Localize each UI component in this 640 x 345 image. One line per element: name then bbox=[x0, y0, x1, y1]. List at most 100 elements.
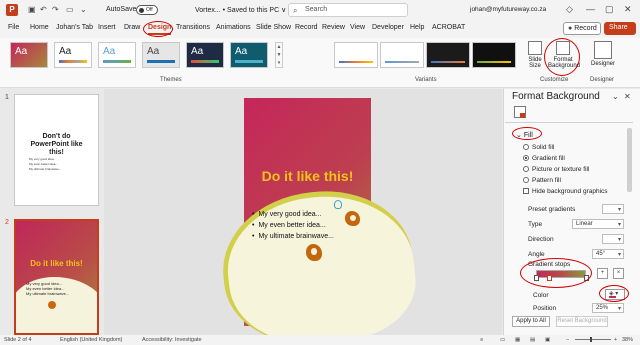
pane-close-icon[interactable]: ✕ bbox=[624, 92, 631, 101]
position-spinner[interactable]: 25% bbox=[592, 303, 624, 313]
fill-section-header[interactable]: ⌄ Fill bbox=[516, 131, 533, 139]
language-indicator[interactable]: English (United Kingdom) bbox=[60, 337, 122, 343]
slideshow-start-icon[interactable]: ▭ bbox=[66, 5, 74, 14]
sorter-view-icon[interactable]: ▦ bbox=[515, 337, 520, 343]
diamond-icon[interactable]: ◇ bbox=[566, 4, 573, 15]
format-background-button[interactable]: Format Background bbox=[548, 41, 581, 69]
theme-thumbnail[interactable]: Aa bbox=[54, 42, 92, 68]
gradient-fill-option[interactable]: Gradient fill bbox=[523, 155, 565, 162]
tab-home[interactable]: Home bbox=[30, 24, 49, 31]
pane-scrollbar[interactable] bbox=[627, 128, 632, 192]
zoom-in-icon[interactable]: + bbox=[614, 337, 617, 343]
tab-view[interactable]: View bbox=[350, 24, 365, 31]
tab-developer[interactable]: Developer bbox=[372, 24, 404, 31]
reading-view-icon[interactable]: ▤ bbox=[530, 337, 535, 343]
option-label: Hide background graphics bbox=[532, 188, 608, 195]
lightbulb-icon[interactable] bbox=[334, 200, 342, 209]
zoom-slider-thumb[interactable] bbox=[590, 337, 592, 342]
tab-help[interactable]: Help bbox=[410, 24, 424, 31]
slideshow-view-icon[interactable]: ▣ bbox=[545, 337, 550, 343]
customize-qat-icon[interactable]: ⌄ bbox=[80, 5, 87, 14]
format-background-label: Format Background bbox=[548, 57, 581, 69]
preset-gradients-dropdown[interactable] bbox=[602, 204, 624, 214]
radio-gradient-fill[interactable] bbox=[523, 155, 529, 161]
radio-pattern-fill[interactable] bbox=[523, 177, 529, 183]
slide-thumbnail-2[interactable]: Do it like this! My very good idea... My… bbox=[14, 219, 99, 335]
autosave-toggle[interactable]: Off bbox=[136, 5, 158, 15]
themes-gallery-scroll[interactable]: ▲ ▼ ▾ bbox=[275, 42, 283, 68]
picture-fill-option[interactable]: Picture or texture fill bbox=[523, 166, 589, 173]
minimize-icon[interactable]: — bbox=[586, 4, 595, 14]
gradient-stop[interactable] bbox=[584, 275, 589, 281]
accessibility-status[interactable]: Accessibility: Investigate bbox=[142, 337, 202, 343]
theme-thumbnail[interactable]: Aa bbox=[10, 42, 48, 68]
type-dropdown[interactable]: Linear bbox=[572, 219, 624, 229]
zoom-level[interactable]: 38% bbox=[622, 337, 633, 343]
maximize-icon[interactable]: ▢ bbox=[605, 4, 614, 15]
color-picker-button[interactable]: ◈ ▾ bbox=[605, 289, 625, 300]
account-name[interactable]: johan@myfutureway.co.za bbox=[470, 6, 546, 13]
variant-thumbnail[interactable] bbox=[472, 42, 516, 68]
designer-icon bbox=[594, 41, 612, 59]
notes-icon[interactable]: ≡ bbox=[480, 337, 483, 343]
theme-thumbnail[interactable]: Aa bbox=[186, 42, 224, 68]
slide-size-button[interactable]: Slide Size bbox=[524, 41, 546, 69]
tab-file[interactable]: File bbox=[8, 24, 19, 31]
variant-thumbnail[interactable] bbox=[426, 42, 470, 68]
record-button[interactable]: Record bbox=[563, 22, 601, 35]
solid-fill-option[interactable]: Solid fill bbox=[523, 144, 554, 151]
pane-options-chevron-icon[interactable]: ⌄ bbox=[612, 92, 619, 101]
tab-review[interactable]: Review bbox=[322, 24, 345, 31]
head-brain-icon[interactable] bbox=[306, 244, 322, 261]
zoom-out-icon[interactable]: − bbox=[566, 337, 569, 343]
undo-icon[interactable]: ↶ bbox=[40, 5, 47, 14]
search-input[interactable]: ⌕ Search bbox=[288, 3, 408, 17]
preset-gradients-label: Preset gradients bbox=[528, 206, 576, 213]
tab-slide-show[interactable]: Slide Show bbox=[256, 24, 291, 31]
position-label: Position bbox=[533, 305, 557, 312]
gradient-stop[interactable] bbox=[534, 275, 539, 281]
gradient-stop-selected[interactable] bbox=[547, 275, 552, 281]
designer-button[interactable]: Designer bbox=[588, 41, 618, 67]
radio-solid-fill[interactable] bbox=[523, 144, 529, 150]
reset-background-button[interactable]: Reset Background bbox=[556, 316, 608, 327]
direction-dropdown[interactable] bbox=[602, 234, 624, 244]
document-title[interactable]: Vortex... • Saved to this PC ∨ bbox=[195, 6, 286, 14]
theme-thumbnail[interactable]: Aa bbox=[230, 42, 268, 68]
slide-title[interactable]: Do it like this! bbox=[244, 168, 371, 184]
tab-insert[interactable]: Insert bbox=[98, 24, 116, 31]
gradient-stops-bar[interactable] bbox=[536, 270, 586, 278]
themes-group-label: Themes bbox=[160, 77, 182, 83]
tab-draw[interactable]: Draw bbox=[124, 24, 140, 31]
slide-bullet: My ultimate brainwave... bbox=[252, 231, 333, 242]
tab-johans-tab[interactable]: Johan's Tab bbox=[56, 24, 93, 31]
remove-gradient-stop-icon[interactable]: × bbox=[613, 268, 624, 279]
tab-acrobat[interactable]: ACROBAT bbox=[432, 24, 465, 31]
hide-graphics-option[interactable]: Hide background graphics bbox=[523, 188, 608, 195]
variant-thumbnail[interactable] bbox=[334, 42, 378, 68]
share-button[interactable]: Share bbox=[604, 22, 636, 35]
save-icon[interactable]: ▣ bbox=[28, 5, 36, 14]
theme-thumbnail[interactable]: Aa bbox=[98, 42, 136, 68]
add-gradient-stop-icon[interactable]: + bbox=[597, 268, 608, 279]
apply-to-all-button[interactable]: Apply to All bbox=[512, 316, 550, 327]
redo-icon[interactable]: ↷ bbox=[52, 5, 59, 14]
zoom-slider[interactable] bbox=[575, 339, 611, 340]
normal-view-icon[interactable]: ▭ bbox=[500, 337, 505, 343]
tab-transitions[interactable]: Transitions bbox=[176, 24, 210, 31]
thumb1-bullet: My ultimate brainwave... bbox=[29, 167, 62, 171]
close-icon[interactable]: ✕ bbox=[624, 4, 632, 15]
radio-picture-fill[interactable] bbox=[523, 166, 529, 172]
theme-thumbnail[interactable]: Aa bbox=[142, 42, 180, 68]
checkbox-hide-graphics[interactable] bbox=[523, 188, 529, 194]
slide-thumbnail-1[interactable]: Don't do PowerPoint like this! My very g… bbox=[14, 94, 99, 206]
tab-design[interactable]: Design bbox=[148, 24, 172, 35]
tab-record[interactable]: Record bbox=[295, 24, 318, 31]
angle-spinner[interactable]: 45° bbox=[592, 249, 624, 259]
tab-animations[interactable]: Animations bbox=[216, 24, 251, 31]
slide-bullet-list[interactable]: My very good idea... My even better idea… bbox=[252, 209, 333, 242]
fill-bucket-icon[interactable] bbox=[514, 106, 526, 118]
pattern-fill-option[interactable]: Pattern fill bbox=[523, 177, 561, 184]
variant-thumbnail[interactable] bbox=[380, 42, 424, 68]
head-idea-icon[interactable] bbox=[345, 211, 360, 226]
